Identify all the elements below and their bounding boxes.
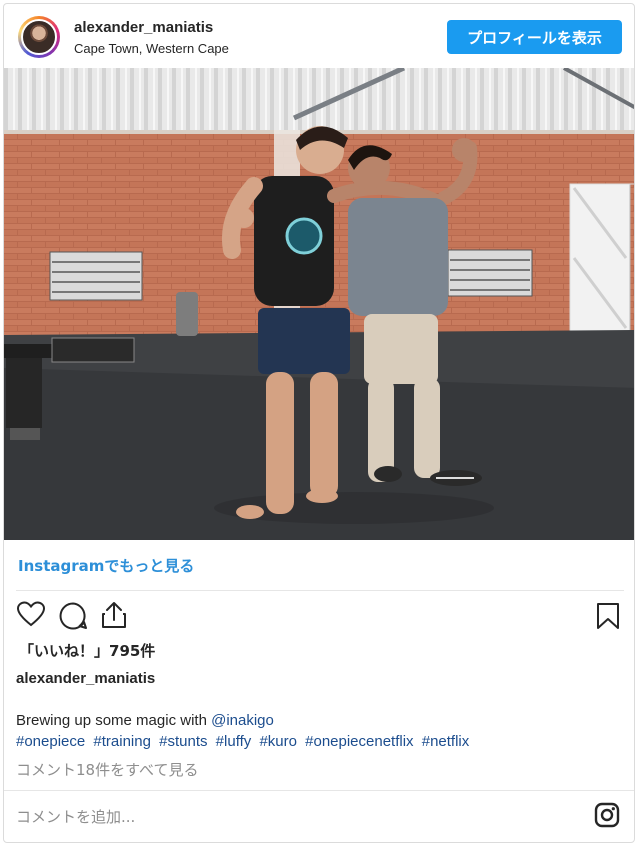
username[interactable]: alexander_maniatis: [74, 19, 213, 36]
share-icon[interactable]: [100, 600, 128, 630]
hashtag[interactable]: #onepiece: [16, 733, 85, 750]
view-all-comments-link[interactable]: コメント18件をすべて見る: [16, 759, 198, 780]
hashtag[interactable]: #stunts: [159, 733, 207, 750]
comment-icon[interactable]: [58, 601, 88, 631]
hashtag[interactable]: #onepiecenetflix: [305, 733, 413, 750]
avatar-ring[interactable]: [18, 16, 60, 58]
hashtag[interactable]: #kuro: [259, 733, 297, 750]
hashtag-list: #onepiece #training #stunts #luffy #kuro…: [16, 731, 473, 752]
caption-username[interactable]: alexander_maniatis: [16, 670, 155, 687]
caption-text: Brewing up some magic with: [16, 712, 212, 729]
hashtag[interactable]: #training: [93, 733, 151, 750]
comment-input[interactable]: [16, 805, 576, 829]
instagram-embed-card: alexander_maniatis Cape Town, Western Ca…: [3, 3, 635, 843]
bookmark-icon[interactable]: [596, 602, 620, 630]
caption: Brewing up some magic with @inakigo: [16, 710, 626, 731]
action-bar: [4, 598, 634, 638]
heart-icon[interactable]: [16, 600, 46, 628]
hashtag[interactable]: #netflix: [422, 733, 470, 750]
divider: [16, 590, 624, 591]
like-count[interactable]: 「いいね！」795件: [19, 640, 155, 661]
location[interactable]: Cape Town, Western Cape: [74, 41, 229, 56]
view-profile-button[interactable]: プロフィールを表示: [447, 20, 622, 54]
avatar[interactable]: [21, 19, 57, 55]
view-more-on-instagram-link[interactable]: Instagramでもっと見る: [18, 555, 194, 576]
divider: [4, 790, 634, 791]
post-photo[interactable]: [4, 68, 634, 540]
mention-link[interactable]: @inakigo: [211, 712, 274, 729]
post-header: alexander_maniatis Cape Town, Western Ca…: [4, 4, 634, 68]
gym-photo-illustration: [4, 68, 634, 540]
hashtag[interactable]: #luffy: [216, 733, 252, 750]
instagram-icon[interactable]: [594, 802, 620, 828]
